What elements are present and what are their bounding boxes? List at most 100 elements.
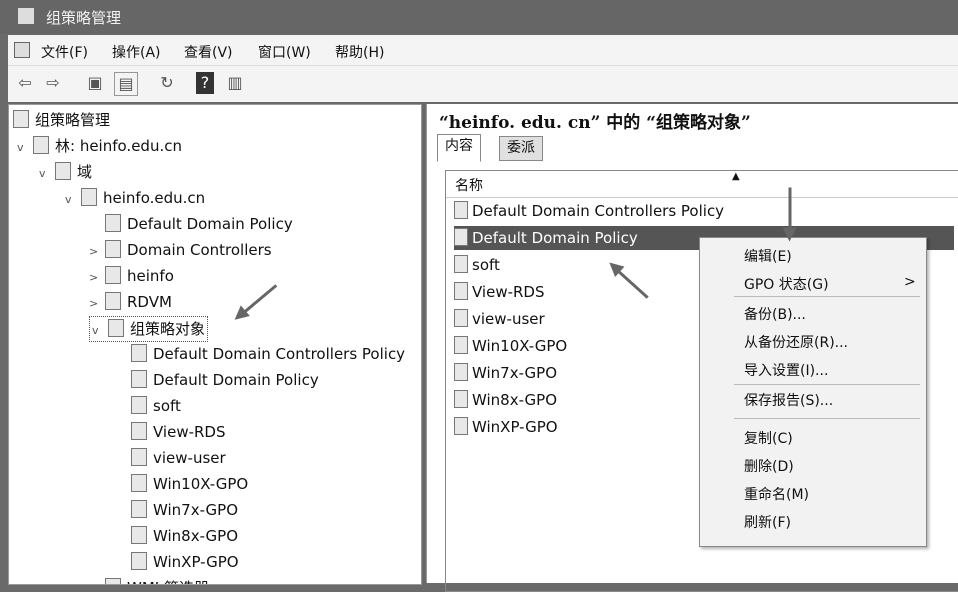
menu-help[interactable]: 帮助(H): [335, 42, 384, 62]
tree-item-label: Default Domain Policy: [153, 371, 319, 389]
expander-icon[interactable]: v: [92, 319, 108, 343]
tree-node-icon: [131, 500, 147, 518]
tree-node-icon: [131, 344, 147, 362]
gpo-name: soft: [472, 256, 500, 274]
refresh-icon[interactable]: ↻: [156, 72, 178, 94]
context-menu-item[interactable]: 导入设置(I)...: [744, 360, 828, 380]
toolbar: ⇦ ⇨ ▣ ▤ ↻ ? ▥: [8, 66, 958, 102]
context-menu-item[interactable]: GPO 状态(G): [744, 274, 829, 294]
tree-item-label: Win7x-GPO: [153, 501, 239, 519]
gpo-list-item[interactable]: Win7x-GPO: [454, 361, 557, 385]
up-folder-icon[interactable]: ▣: [84, 72, 106, 94]
gpo-name: Default Domain Controllers Policy: [472, 202, 725, 220]
tree-item[interactable]: v域: [39, 160, 92, 184]
tree-item[interactable]: > Domain Controllers: [89, 238, 272, 262]
context-menu-item[interactable]: 备份(B)...: [744, 304, 806, 324]
title-bar: 组策略管理: [0, 0, 958, 34]
tree-item[interactable]: Win8x-GPO: [115, 524, 238, 548]
expander-icon[interactable]: v: [17, 136, 33, 160]
tree-item[interactable]: 组策略管理: [13, 108, 110, 132]
tree-node-icon: [81, 188, 97, 206]
gpo-list-item[interactable]: view-user: [454, 307, 545, 331]
context-menu-item[interactable]: 从备份还原(R)...: [744, 332, 848, 352]
tree-item[interactable]: > RDVM: [89, 290, 172, 314]
context-menu-item[interactable]: 删除(D): [744, 456, 794, 476]
annotation-arrow: [788, 187, 792, 238]
context-menu-item[interactable]: 保存报告(S)...: [744, 390, 833, 410]
expander-icon[interactable]: v: [65, 188, 81, 212]
tree-item-label: view-user: [153, 449, 226, 467]
expander-icon[interactable]: >: [89, 292, 105, 316]
gpo-name: Win10X-GPO: [472, 337, 568, 355]
tree-item[interactable]: view-user: [115, 446, 226, 470]
tree-item[interactable]: WMI 筛选器: [89, 576, 209, 584]
show-hide-tree-icon[interactable]: ▤: [114, 72, 138, 96]
app-menu-icon[interactable]: [14, 42, 30, 58]
gpo-name: Win8x-GPO: [472, 391, 558, 409]
expander-icon[interactable]: v: [39, 162, 55, 186]
expander-icon[interactable]: >: [89, 240, 105, 264]
gpo-name: WinXP-GPO: [472, 418, 558, 436]
tree-node-icon: [131, 370, 147, 388]
gpo-list-item[interactable]: Default Domain Controllers Policy: [454, 199, 724, 223]
context-menu-item[interactable]: 重命名(M): [744, 484, 809, 504]
tree-item[interactable]: v 组策略对象: [89, 316, 209, 343]
tree-item[interactable]: WinXP-GPO: [115, 550, 239, 574]
expander-icon[interactable]: >: [89, 266, 105, 290]
menu-separator: [734, 296, 920, 297]
action-pane-icon[interactable]: ▥: [224, 72, 246, 94]
tree-item[interactable]: Default Domain Policy: [89, 212, 293, 236]
context-menu-item[interactable]: 复制(C): [744, 428, 793, 448]
menu-window[interactable]: 窗口(W): [258, 42, 311, 62]
app-icon: [18, 8, 34, 24]
tree-node-icon: [105, 240, 121, 258]
tree-item[interactable]: Default Domain Controllers Policy: [115, 342, 405, 366]
tree-item[interactable]: v heinfo.edu.cn: [65, 186, 205, 210]
gpo-name: View-RDS: [472, 283, 545, 301]
gpo-icon: [454, 363, 468, 381]
gpo-icon: [454, 417, 468, 435]
menu-file[interactable]: 文件(F): [41, 42, 88, 62]
gpo-list-item[interactable]: Win8x-GPO: [454, 388, 557, 412]
tree-node-icon: [105, 578, 121, 584]
window-title: 组策略管理: [46, 9, 122, 27]
help-icon[interactable]: ?: [196, 72, 214, 94]
tree-node-icon: [13, 110, 29, 128]
tab-contents[interactable]: 内容: [437, 134, 481, 162]
column-header-name[interactable]: 名称 ▲: [446, 171, 958, 198]
back-icon[interactable]: ⇦: [14, 72, 36, 94]
tree-node-icon: [131, 396, 147, 414]
menu-action[interactable]: 操作(A): [112, 42, 161, 62]
tree-item[interactable]: v 林: heinfo.edu.cn: [17, 134, 182, 158]
gpo-icon: [454, 228, 468, 246]
tree-item-label: 域: [77, 163, 93, 181]
forward-icon[interactable]: ⇨: [42, 72, 64, 94]
menu-bar: 文件(F) 操作(A) 查看(V) 窗口(W) 帮助(H): [8, 35, 958, 66]
tree-node-icon: [131, 526, 147, 544]
menu-view[interactable]: 查看(V): [184, 42, 233, 62]
tree-pane: 组策略管理 v 林: heinfo.edu.cn v 域 v heinfo.edu.cn De…: [8, 104, 422, 585]
tree-item[interactable]: soft: [115, 394, 181, 418]
tree-item[interactable]: View-RDS: [115, 420, 226, 444]
tree-node-icon: [105, 292, 121, 310]
tree-item-label: Win10X-GPO: [153, 475, 249, 493]
tree-item[interactable]: Win7x-GPO: [115, 498, 238, 522]
sort-arrow-icon: ▲: [732, 171, 740, 182]
pane-heading: “heinfo. edu. cn” 中的 “组策略对象”: [439, 113, 751, 133]
tab-delegation[interactable]: 委派: [499, 136, 543, 161]
context-menu-item[interactable]: 刷新(F): [744, 512, 791, 532]
gpo-list-item[interactable]: soft: [454, 253, 500, 277]
tree-item[interactable]: Default Domain Policy: [115, 368, 319, 392]
tree-node-icon: [33, 136, 49, 154]
gpo-icon: [454, 201, 468, 219]
tree-item-label: RDVM: [127, 293, 172, 311]
gpo-list-item[interactable]: Win10X-GPO: [454, 334, 567, 358]
column-label: 名称: [455, 178, 483, 194]
gpo-list-item[interactable]: WinXP-GPO: [454, 415, 558, 439]
tree-item[interactable]: Win10X-GPO: [115, 472, 248, 496]
context-menu-item[interactable]: 编辑(E): [744, 246, 792, 266]
gpo-list-item[interactable]: View-RDS: [454, 280, 545, 304]
gpo-icon: [454, 282, 468, 300]
tree-item-label: heinfo.edu.cn: [103, 189, 206, 207]
tree-item[interactable]: > heinfo: [89, 264, 174, 288]
